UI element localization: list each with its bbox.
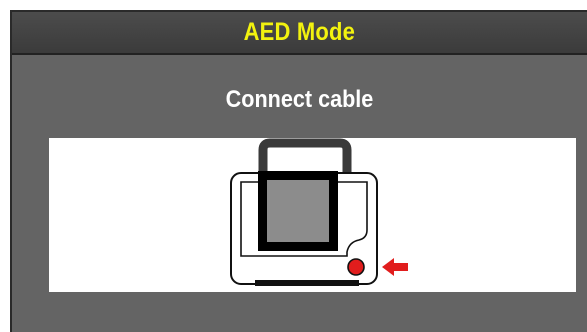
arrow-left-icon: [382, 258, 408, 276]
header-bar: AED Mode: [12, 12, 587, 55]
instruction-text: Connect cable: [225, 86, 374, 113]
device-base: [255, 280, 359, 286]
screen-title: AED Mode: [243, 18, 356, 46]
defibrillator-cable-connect-icon: [230, 138, 408, 286]
connector-port-icon: [347, 258, 365, 276]
pad-icon: [267, 180, 329, 242]
aed-screen: AED Mode Connect cable: [10, 10, 587, 332]
illustration-panel: [49, 138, 576, 292]
